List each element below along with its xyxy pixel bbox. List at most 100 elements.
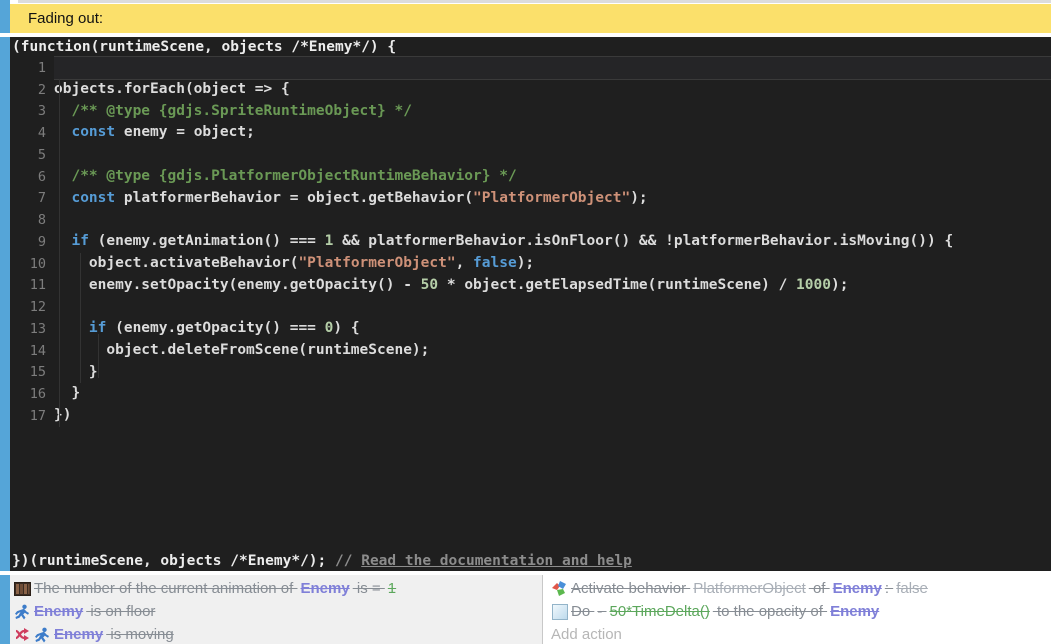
line-number: 12: [10, 299, 54, 315]
documentation-link[interactable]: Read the documentation and help: [361, 553, 632, 569]
code-text[interactable]: [54, 209, 1051, 231]
row-separator: [0, 33, 1051, 37]
condition-text-segment: Enemy: [34, 603, 83, 620]
code-line[interactable]: 2objects.forEach(object => {: [10, 79, 1051, 101]
comment-event-banner[interactable]: Fading out:: [10, 4, 1051, 33]
code-text[interactable]: [54, 144, 1051, 166]
line-number: 1: [10, 60, 54, 76]
code-line[interactable]: 8: [10, 209, 1051, 231]
indent-guide: [59, 79, 60, 427]
code-text[interactable]: object.activateBehavior("PlatformerObjec…: [54, 253, 1051, 275]
condition-text-segment: is =: [353, 580, 385, 597]
line-number: 17: [10, 408, 54, 424]
code-line[interactable]: 7 const platformerBehavior = object.getB…: [10, 188, 1051, 210]
action-text-segment: Enemy: [833, 580, 882, 597]
code-line[interactable]: 4 const enemy = object;: [10, 122, 1051, 144]
line-number: 10: [10, 256, 54, 272]
action-text-segment: to the opacity of: [713, 603, 827, 620]
code-lines[interactable]: 12objects.forEach(object => {3 /** @type…: [10, 57, 1051, 427]
code-text[interactable]: object.deleteFromScene(runtimeScene);: [54, 340, 1051, 362]
code-line[interactable]: 1: [10, 57, 1051, 79]
code-line[interactable]: 10 object.activateBehavior("PlatformerOb…: [10, 253, 1051, 275]
action-text-segment: Activate behavior: [571, 580, 690, 597]
condition-text-segment: is moving: [106, 626, 174, 643]
code-line[interactable]: 9 if (enemy.getAnimation() === 1 && plat…: [10, 231, 1051, 253]
code-text[interactable]: objects.forEach(object => {: [54, 79, 1051, 101]
line-number: 5: [10, 147, 54, 163]
code-line[interactable]: 12: [10, 296, 1051, 318]
indent-guide: [80, 253, 81, 383]
condition-text-segment: The number of the current animation of: [34, 580, 297, 597]
footer-comment-prefix: //: [335, 553, 361, 569]
code-line[interactable]: 16 }: [10, 383, 1051, 405]
condition-row[interactable]: Enemy is on floor: [14, 600, 542, 623]
action-text-segment: :: [885, 580, 893, 597]
opacity-icon: [551, 603, 568, 620]
condition-text-segment: is on floor: [86, 603, 155, 620]
event-conditions-actions: The number of the current animation of E…: [10, 575, 1051, 644]
condition-text-segment: Enemy: [54, 626, 103, 643]
code-text[interactable]: if (enemy.getAnimation() === 1 && platfo…: [54, 231, 1051, 253]
conditions-column[interactable]: The number of the current animation of E…: [10, 575, 543, 644]
action-row[interactable]: Activate behavior PlatformerObject of En…: [551, 577, 1051, 600]
code-text[interactable]: const platformerBehavior = object.getBeh…: [54, 188, 1051, 210]
code-line[interactable]: 17}): [10, 405, 1051, 427]
code-line[interactable]: 3 /** @type {gdjs.SpriteRuntimeObject} *…: [10, 101, 1051, 123]
line-number: 2: [10, 82, 54, 98]
actions-column[interactable]: Activate behavior PlatformerObject of En…: [543, 575, 1051, 644]
add-action-button[interactable]: Add action: [551, 623, 1051, 644]
animation-frame-icon: [14, 580, 31, 597]
line-number: 15: [10, 364, 54, 380]
line-number: 7: [10, 190, 54, 206]
action-text-segment: PlatformerObject: [693, 580, 806, 597]
code-text[interactable]: }: [54, 362, 1051, 384]
code-text[interactable]: if (enemy.getOpacity() === 0) {: [54, 318, 1051, 340]
is-moving-icon: [14, 626, 31, 643]
code-line[interactable]: 13 if (enemy.getOpacity() === 0) {: [10, 318, 1051, 340]
line-number: 14: [10, 343, 54, 359]
action-text-segment: false: [896, 580, 928, 597]
code-text[interactable]: /** @type {gdjs.SpriteRuntimeObject} */: [54, 101, 1051, 123]
code-text[interactable]: }): [54, 405, 1051, 427]
row-separator: [0, 571, 1051, 575]
code-text[interactable]: }: [54, 383, 1051, 405]
line-number: 4: [10, 125, 54, 141]
platformer-behavior-icon: [34, 626, 51, 643]
footer-code-text: })(runtimeScene, objects /*Enemy*/);: [12, 553, 335, 569]
line-number: 13: [10, 321, 54, 337]
code-line[interactable]: 15 }: [10, 362, 1051, 384]
action-text-segment: of: [809, 580, 830, 597]
code-text[interactable]: const enemy = object;: [54, 122, 1051, 144]
condition-row[interactable]: The number of the current animation of E…: [14, 577, 542, 600]
line-number: 6: [10, 169, 54, 185]
comment-event-text: Fading out:: [28, 10, 103, 27]
condition-row[interactable]: Enemy is moving: [14, 623, 542, 644]
condition-text-segment: 1: [388, 580, 396, 597]
platformer-behavior-icon: [14, 603, 31, 620]
action-text-segment: 50*TimeDelta(): [610, 603, 710, 620]
event-sheet-screen: Fading out: (function(runtimeScene, obje…: [0, 0, 1051, 644]
code-text[interactable]: [54, 296, 1051, 318]
code-wrapper-footer: })(runtimeScene, objects /*Enemy*/); // …: [10, 551, 1051, 571]
javascript-code-editor[interactable]: (function(runtimeScene, objects /*Enemy*…: [10, 37, 1051, 571]
line-number: 9: [10, 234, 54, 250]
code-wrapper-header: (function(runtimeScene, objects /*Enemy*…: [10, 37, 1051, 57]
condition-text-segment: Enemy: [300, 580, 349, 597]
action-text-segment: -: [597, 603, 606, 620]
code-line[interactable]: 14 object.deleteFromScene(runtimeScene);: [10, 340, 1051, 362]
line-number: 16: [10, 386, 54, 402]
code-line[interactable]: 5: [10, 144, 1051, 166]
action-row[interactable]: Do - 50*TimeDelta() to the opacity of En…: [551, 600, 1051, 623]
action-text-segment: Enemy: [830, 603, 879, 620]
code-text[interactable]: enemy.setOpacity(enemy.getOpacity() - 50…: [54, 275, 1051, 297]
code-text[interactable]: /** @type {gdjs.PlatformerObjectRuntimeB…: [54, 166, 1051, 188]
event-selection-stripe: [0, 0, 10, 644]
code-line[interactable]: 6 /** @type {gdjs.PlatformerObjectRuntim…: [10, 166, 1051, 188]
action-text-segment: Add action: [551, 626, 622, 643]
line-number: 11: [10, 277, 54, 293]
activate-behavior-icon: [551, 580, 568, 597]
line-number: 8: [10, 212, 54, 228]
code-line[interactable]: 11 enemy.setOpacity(enemy.getOpacity() -…: [10, 275, 1051, 297]
code-text[interactable]: [54, 57, 1051, 79]
action-text-segment: Do: [571, 603, 594, 620]
